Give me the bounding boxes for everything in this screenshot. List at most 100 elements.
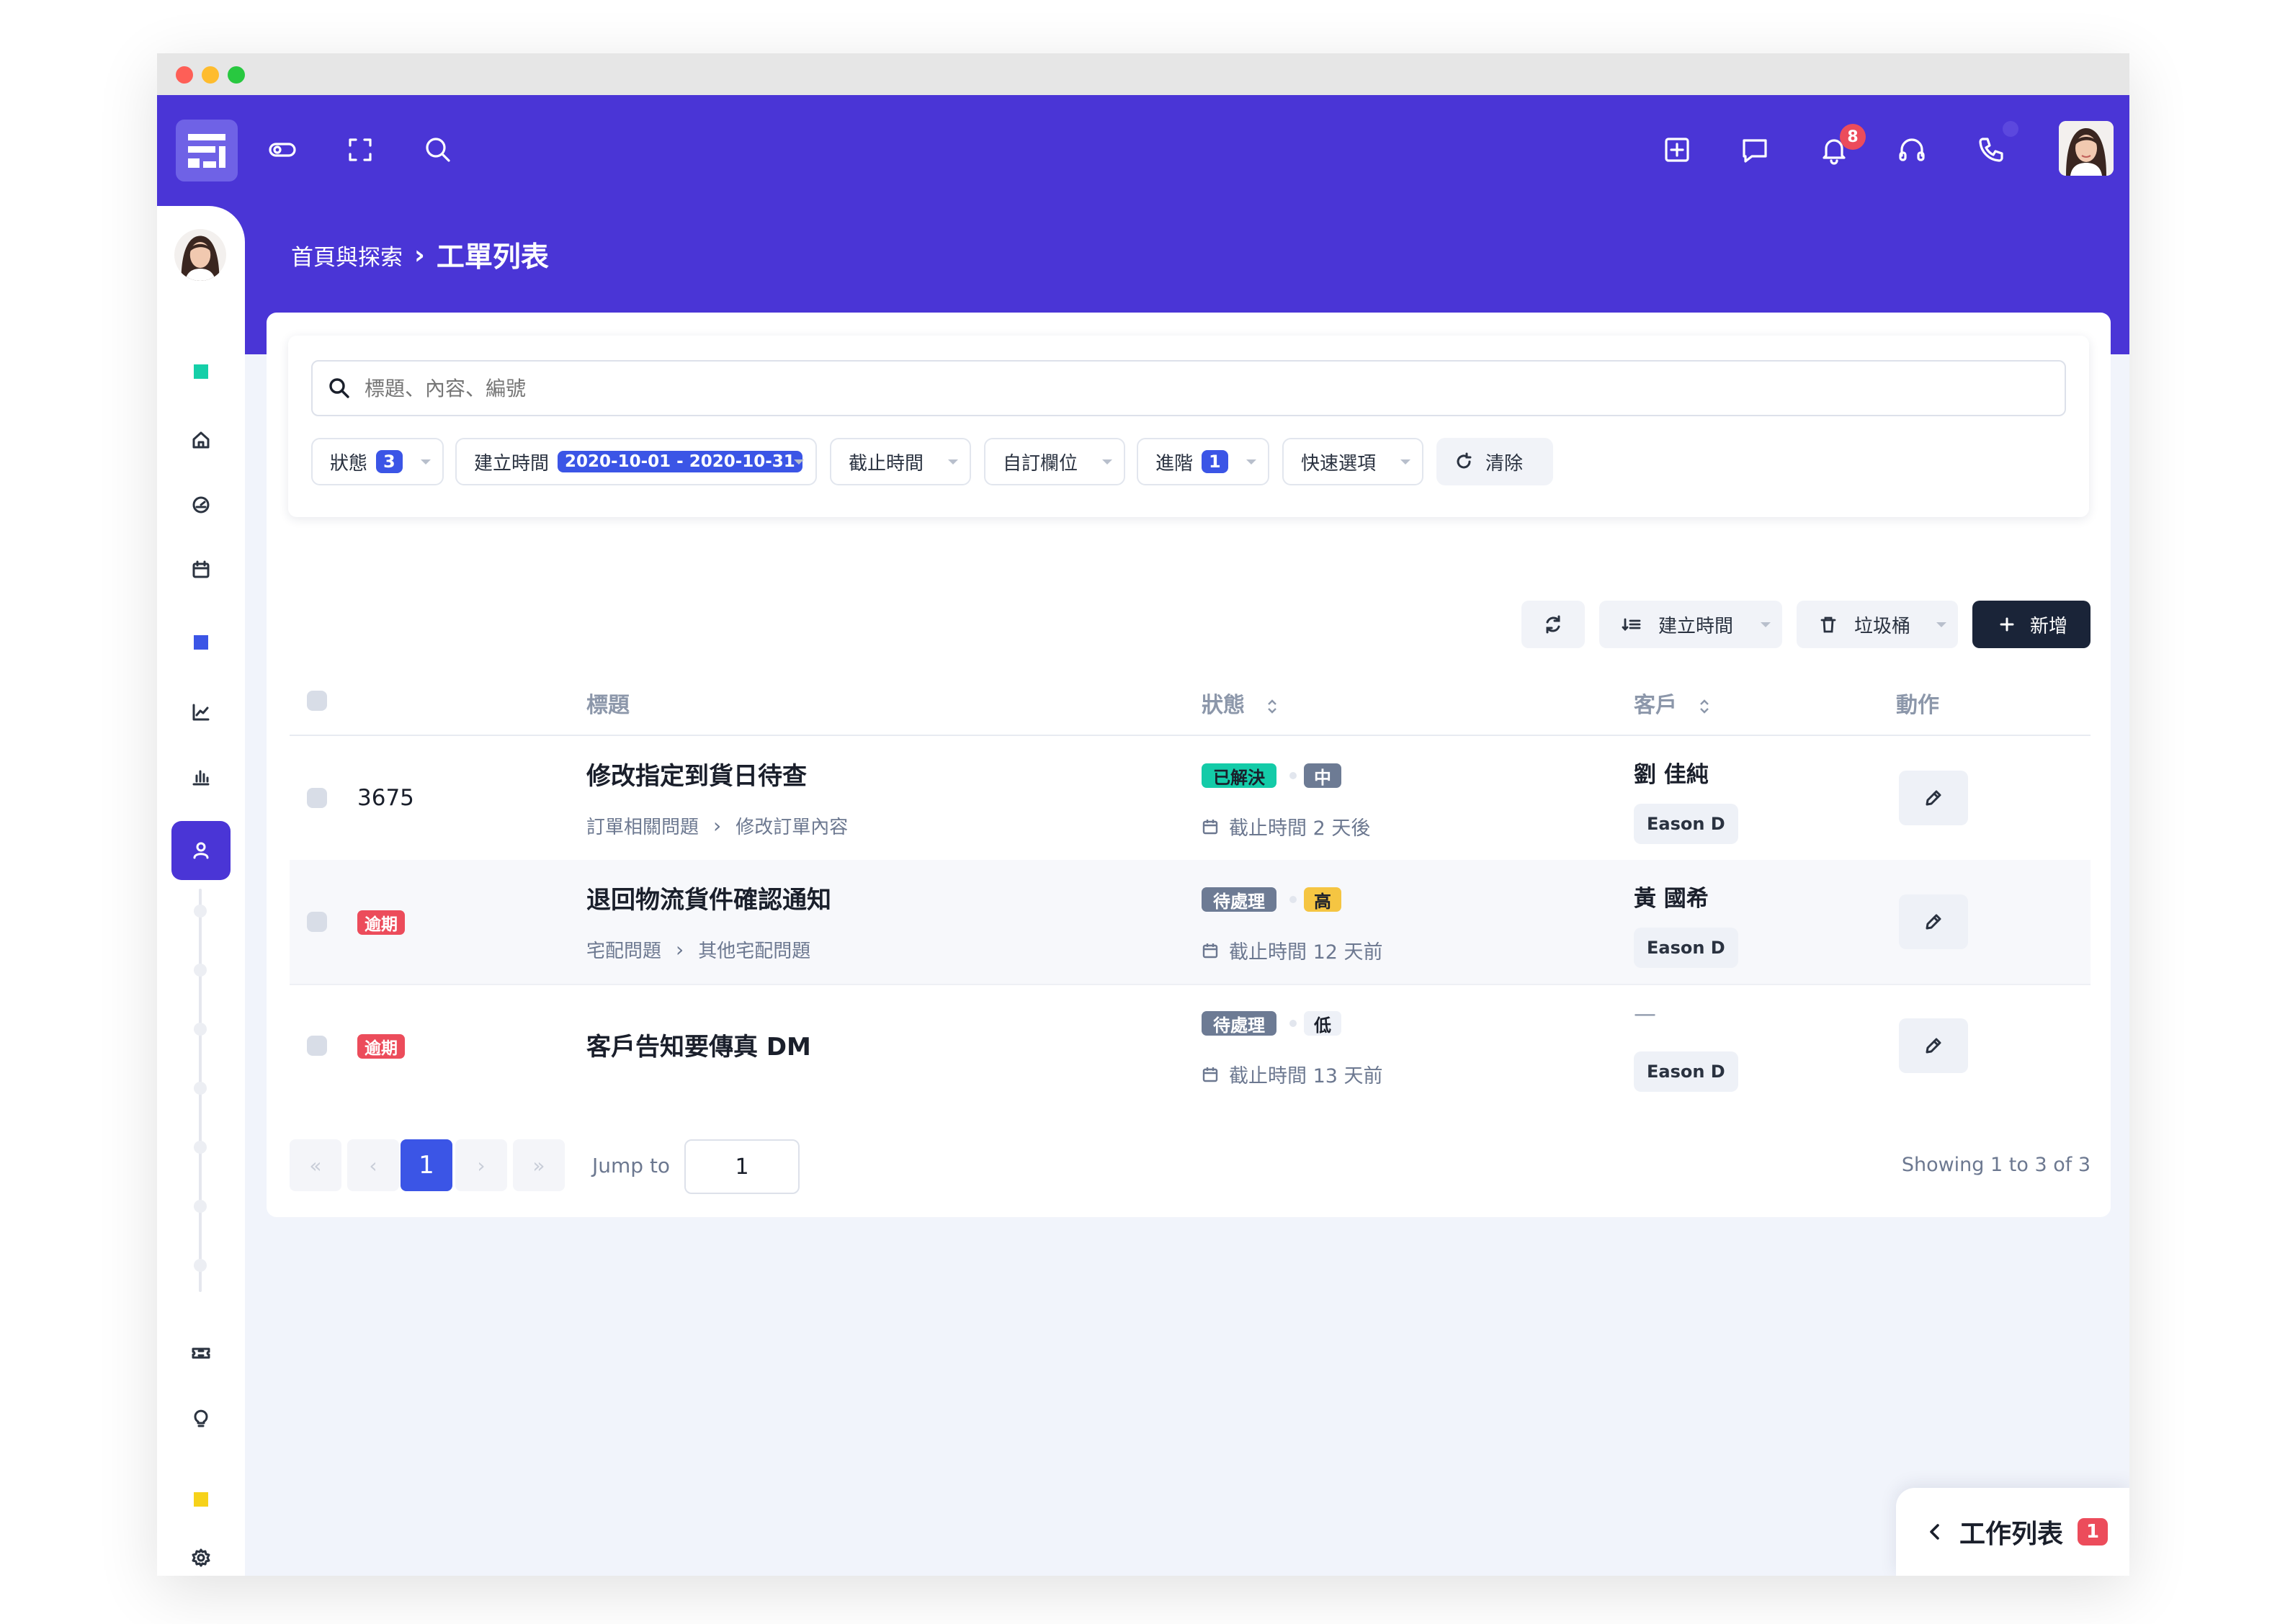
notification-badge: 8 [1840, 124, 1866, 150]
quick-options-label: 快速選項 [1301, 452, 1377, 475]
assignee-tag[interactable]: Eason D [1634, 1051, 1738, 1092]
ticket-title-link[interactable]: 修改指定到貨日待查 [586, 756, 807, 791]
separator-dot [1289, 772, 1297, 779]
window-titlebar [157, 53, 2129, 95]
worklist-tab[interactable]: 工作列表 1 [1896, 1488, 2129, 1576]
deadline-info: 截止時間 2 天後 [1202, 812, 1370, 840]
edit-button[interactable] [1899, 894, 1968, 949]
lightbulb-icon [194, 1409, 208, 1427]
deadline-filter-chip[interactable]: 截止時間 [830, 438, 971, 485]
previous-page-button[interactable]: ‹ [347, 1139, 399, 1191]
calendar-icon [1202, 1067, 1218, 1082]
clear-filters-button[interactable]: 清除 [1436, 438, 1553, 485]
sidebar-item-dashboard[interactable] [183, 487, 219, 523]
column-header-customer[interactable]: 客戶 [1634, 687, 1710, 719]
add-ticket-button[interactable]: 新增 [1972, 601, 2091, 648]
advanced-filter-count: 1 [1202, 450, 1228, 473]
search-icon[interactable] [418, 130, 458, 170]
search-input[interactable] [365, 376, 2065, 400]
assignee-tag[interactable]: Eason D [1634, 928, 1738, 968]
calendar-icon [1202, 943, 1218, 958]
table-row[interactable] [290, 736, 2091, 860]
trash-button[interactable]: 垃圾桶 [1797, 601, 1958, 648]
sidebar-avatar[interactable] [174, 229, 226, 281]
first-page-button[interactable]: « [290, 1139, 341, 1191]
chevron-down-icon [794, 459, 804, 465]
ticket-category-path: 訂單相關問題 › 修改訂單內容 [586, 812, 848, 839]
breadcrumb-parent-link[interactable]: 首頁與探索 [291, 239, 403, 272]
sidebar-item-tickets[interactable] [183, 1335, 219, 1371]
created-filter-chip[interactable]: 建立時間 2020-10-01 - 2020-10-31 [455, 438, 817, 485]
column-header-customer-label: 客戶 [1634, 693, 1677, 718]
app-window: 8 首頁與探索 › 工單列表 標題、內容、編號 狀態 3 建立時間 2020-1… [157, 53, 2129, 1576]
headset-icon[interactable] [1892, 130, 1932, 170]
quick-options-chip[interactable]: 快速選項 [1282, 438, 1423, 485]
status-filter-chip[interactable]: 狀態 3 [311, 438, 444, 485]
last-page-button[interactable]: » [513, 1139, 565, 1191]
select-all-checkbox[interactable] [307, 691, 327, 711]
reload-button[interactable] [1521, 601, 1585, 648]
sort-toggle-icon [1700, 699, 1709, 714]
worklist-label: 工作列表 [1959, 1520, 2064, 1549]
clear-filters-label: 清除 [1485, 452, 1524, 475]
row-checkbox[interactable] [307, 1036, 327, 1056]
customer-name[interactable]: 劉 佳純 [1634, 756, 1709, 789]
ticket-title-link[interactable]: 客戶告知要傳真 DM [586, 1027, 811, 1062]
message-icon[interactable] [1735, 130, 1775, 170]
phone-icon[interactable] [1971, 130, 2011, 170]
pencil-icon [1926, 790, 1941, 806]
column-header-title[interactable]: 標題 [586, 687, 630, 719]
breadcrumb: 首頁與探索 › 工單列表 [291, 235, 549, 275]
overdue-badge: 逾期 [357, 1034, 405, 1059]
edit-button[interactable] [1899, 771, 1968, 825]
app-logo[interactable] [176, 120, 238, 181]
fullscreen-icon[interactable] [340, 130, 380, 170]
bar-chart-icon [192, 770, 210, 786]
sidebar-item-settings[interactable] [183, 1540, 219, 1576]
chevron-down-icon [1246, 459, 1256, 465]
advanced-filter-chip[interactable]: 進階 1 [1137, 438, 1269, 485]
table-row[interactable] [290, 860, 2091, 984]
priority-badge: 低 [1304, 1011, 1341, 1036]
minimize-window-button[interactable] [202, 66, 219, 84]
edit-button[interactable] [1899, 1018, 1968, 1073]
row-checkbox[interactable] [307, 788, 327, 808]
table-row[interactable] [290, 984, 2091, 1108]
row-checkbox[interactable] [307, 912, 327, 932]
breadcrumb-separator: › [414, 240, 425, 270]
sidebar-item-home[interactable] [183, 422, 219, 458]
sidebar-step-dot [194, 1082, 207, 1095]
current-page-button[interactable]: 1 [401, 1139, 452, 1191]
chevron-down-icon [1102, 459, 1112, 465]
sidebar-item-trends[interactable] [183, 694, 219, 730]
sidebar-item-customers[interactable] [171, 821, 231, 880]
deadline-info: 截止時間 12 天前 [1202, 936, 1383, 964]
assignee-tag[interactable]: Eason D [1634, 804, 1738, 844]
deadline-info: 截止時間 13 天前 [1202, 1060, 1383, 1088]
jump-to-page-input[interactable]: 1 [684, 1139, 800, 1194]
plus-icon [2000, 617, 2014, 632]
calendar-icon [192, 560, 210, 578]
sidebar-item-calendar[interactable] [183, 552, 219, 588]
separator-dot [1289, 896, 1297, 903]
created-filter-range: 2020-10-01 - 2020-10-31 [558, 451, 802, 472]
created-filter-label: 建立時間 [474, 452, 550, 475]
ticket-title-link[interactable]: 退回物流貨件確認通知 [586, 880, 831, 915]
customer-name[interactable]: 黃 國希 [1634, 880, 1709, 912]
sidebar-step-dot [194, 964, 207, 977]
user-avatar[interactable] [2059, 121, 2114, 176]
ticket-subcategory: 修改訂單內容 [735, 817, 849, 838]
status-badge: 待處理 [1202, 887, 1276, 912]
sidebar-item-ideas[interactable] [183, 1400, 219, 1436]
next-page-button[interactable]: › [455, 1139, 507, 1191]
zoom-window-button[interactable] [228, 66, 245, 84]
search-box[interactable] [311, 360, 2066, 416]
toggle-icon[interactable] [262, 130, 303, 170]
column-header-status[interactable]: 狀態 [1202, 687, 1278, 719]
add-square-icon[interactable] [1657, 130, 1697, 170]
custom-field-filter-chip[interactable]: 自訂欄位 [984, 438, 1125, 485]
close-window-button[interactable] [176, 66, 193, 84]
sidebar-item-reports[interactable] [183, 759, 219, 795]
customer-name-empty: — [1634, 1001, 1656, 1027]
sort-button[interactable]: 建立時間 [1599, 601, 1782, 648]
